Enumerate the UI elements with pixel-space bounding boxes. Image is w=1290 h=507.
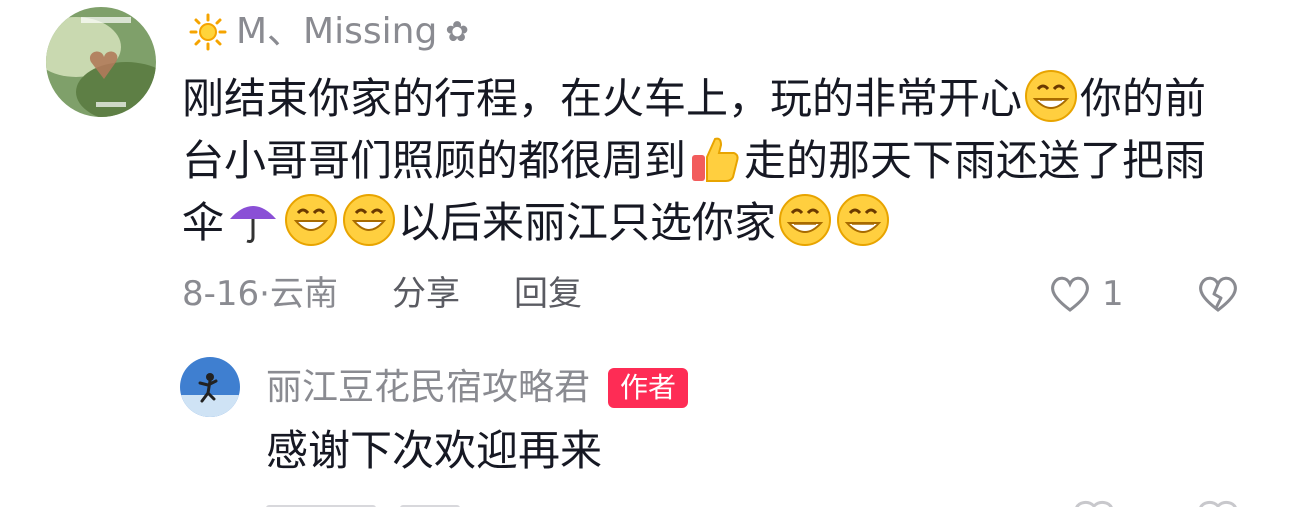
comment-meta-row: 8-16·云南 分享 回复 [182, 272, 636, 316]
author-avatar[interactable] [180, 357, 240, 417]
grin-emoji [1025, 70, 1078, 122]
comment-text: 刚结束你家的行程，在火车上，玩的非常开心 你的前台小哥哥们照顾的都很周到 走的那天下… [182, 68, 1212, 254]
smile-emoji [343, 194, 396, 246]
share-button[interactable]: 分享 [392, 272, 460, 316]
next-row-partial [0, 494, 1290, 507]
like-count: 1 [1102, 274, 1124, 314]
smile-emoji [285, 194, 338, 246]
comment-date-location: 8-16·云南 [182, 274, 338, 314]
thumbs-up-emoji [692, 137, 739, 182]
grin-emoji [837, 194, 890, 246]
like-button[interactable]: 1 [1048, 274, 1124, 314]
commenter-name[interactable]: M、Missing [236, 10, 437, 54]
commenter-username[interactable]: M、Missing ✿ [188, 10, 469, 54]
broken-heart-icon [1199, 276, 1237, 312]
grin-emoji [779, 194, 832, 246]
dislike-button[interactable] [1196, 274, 1240, 318]
author-name[interactable]: 丽江豆花民宿攻略君 [266, 366, 590, 410]
author-username-row: 丽江豆花民宿攻略君 作者 [266, 366, 689, 410]
comment-text-part1: 刚结束你家的行程，在火车上，玩的非常开心 [182, 74, 1023, 123]
commenter-avatar[interactable] [46, 7, 156, 117]
heart-outline-icon [1051, 276, 1089, 312]
reply-button[interactable]: 回复 [514, 272, 582, 316]
flower-icon: ✿ [445, 15, 469, 48]
reply-text: 感谢下次欢迎再来 [266, 426, 603, 475]
sun-icon [188, 12, 228, 52]
author-badge: 作者 [608, 368, 689, 408]
umbrella-emoji [230, 206, 277, 243]
comment-text-part4: 以后来丽江只选你家 [398, 198, 777, 247]
